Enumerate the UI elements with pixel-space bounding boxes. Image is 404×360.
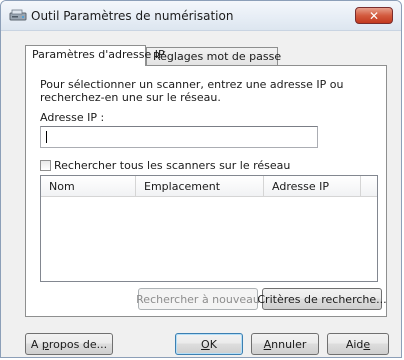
ip-address-label: Adresse IP : xyxy=(40,111,105,124)
search-again-button[interactable]: Rechercher à nouveau xyxy=(136,288,260,310)
list-header: Nom Emplacement Adresse IP xyxy=(41,176,377,197)
text-caret xyxy=(46,131,47,143)
tab-password-settings[interactable]: Réglages mot de passe xyxy=(146,47,282,65)
title-bar[interactable]: Outil Paramètres de numérisation ✕ xyxy=(1,1,401,31)
tab-label: Paramètres d'adresse IP xyxy=(32,48,165,61)
column-header-location[interactable]: Emplacement xyxy=(136,176,264,196)
cancel-button[interactable]: Annuler xyxy=(251,333,319,355)
column-header-label: Nom xyxy=(49,180,75,193)
close-button[interactable]: ✕ xyxy=(355,7,393,24)
button-label: Aide xyxy=(345,337,371,351)
ok-button[interactable]: OK xyxy=(175,333,243,355)
scanner-app-icon xyxy=(9,9,27,21)
dialog-window: Outil Paramètres de numérisation ✕ Param… xyxy=(0,0,402,358)
tab-panel: Pour sélectionner un scanner, entrez une… xyxy=(25,65,387,317)
column-header-name[interactable]: Nom xyxy=(41,176,136,196)
search-all-checkbox-row[interactable]: Rechercher tous les scanners sur le rése… xyxy=(40,159,290,172)
column-header-label: Adresse IP xyxy=(272,180,329,193)
ip-address-input[interactable] xyxy=(40,126,318,148)
search-all-checkbox-label[interactable]: Rechercher tous les scanners sur le rése… xyxy=(54,159,290,172)
button-label: Critères de recherche... xyxy=(257,292,387,306)
tab-label: Réglages mot de passe xyxy=(153,50,282,63)
help-button[interactable]: Aide xyxy=(327,333,389,355)
button-label: Annuler xyxy=(263,337,307,351)
button-label: OK xyxy=(201,337,217,351)
button-label: A propos de... xyxy=(30,337,108,351)
tab-ip-settings[interactable]: Paramètres d'adresse IP xyxy=(25,45,165,66)
instructions-text: Pour sélectionner un scanner, entrez une… xyxy=(40,78,344,104)
column-header-label: Emplacement xyxy=(144,180,221,193)
about-button[interactable]: A propos de... xyxy=(25,333,113,355)
button-label: Rechercher à nouveau xyxy=(136,292,260,306)
search-criteria-button[interactable]: Critères de recherche... xyxy=(257,288,387,310)
column-header-ip[interactable]: Adresse IP xyxy=(264,176,361,196)
close-icon: ✕ xyxy=(368,8,380,23)
window-title: Outil Paramètres de numérisation xyxy=(31,9,234,23)
scanner-list[interactable]: Nom Emplacement Adresse IP xyxy=(40,175,378,282)
search-all-checkbox[interactable] xyxy=(40,160,51,171)
